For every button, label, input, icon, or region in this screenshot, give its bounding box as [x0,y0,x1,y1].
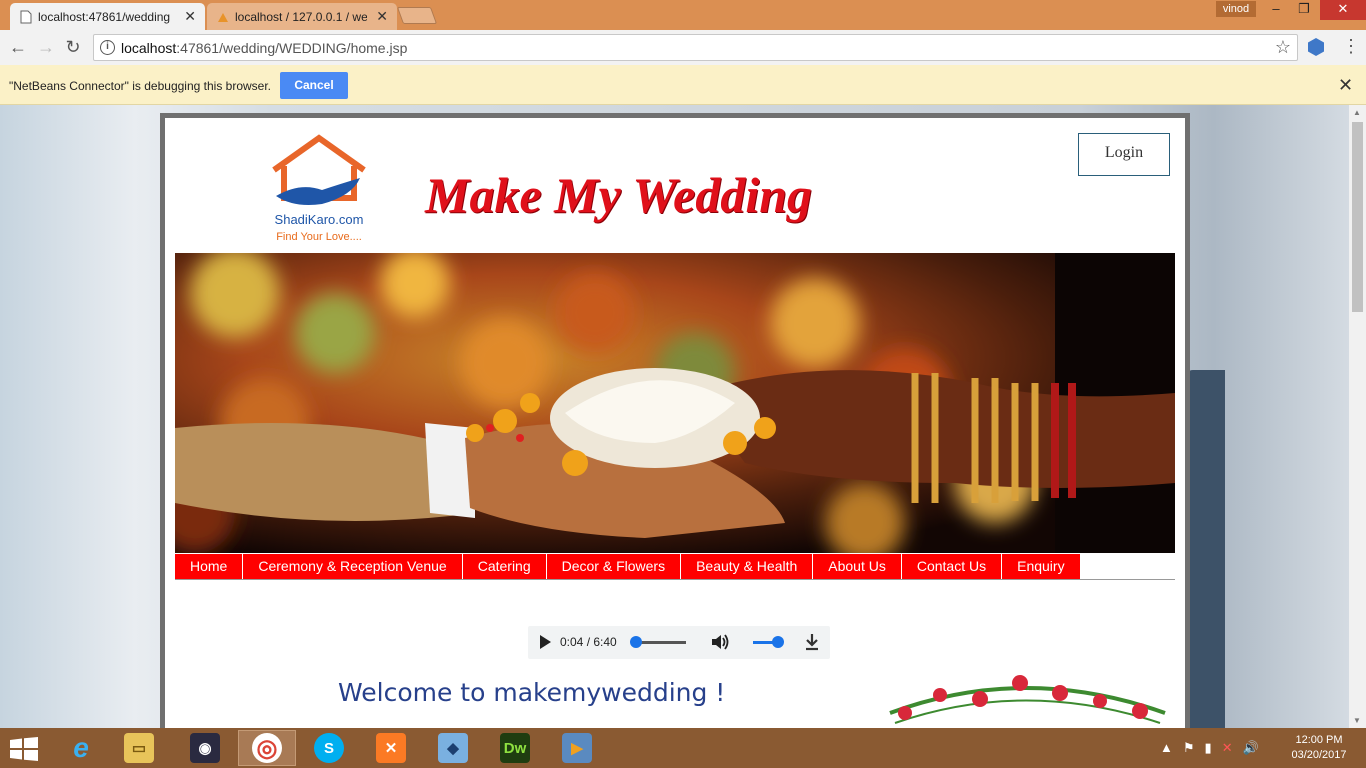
taskbar-dreamweaver[interactable]: Dw [486,730,544,766]
seek-handle[interactable] [630,636,642,648]
system-tray: ▲ ⚑ ▮ ✕ 🔊 [1160,740,1259,756]
flower-garland-image [889,675,1166,724]
network-icon[interactable]: ✕ [1222,740,1233,756]
audio-time: 0:04 / 6:40 [560,635,617,649]
window-close-icon[interactable]: ✕ [1320,0,1366,20]
volume-handle[interactable] [772,636,784,648]
address-bar[interactable]: i localhost:47861/wedding/WEDDING/home.j… [93,34,1298,61]
browser-toolbar: ← → ↻ i localhost:47861/wedding/WEDDING/… [0,30,1366,65]
wedding-banner-image [175,253,1175,553]
action-center-flag-icon[interactable]: ⚑ [1183,740,1195,756]
info-icon[interactable]: i [100,40,115,55]
close-tab-icon[interactable]: ✕ [376,8,388,25]
scroll-up-arrow-icon[interactable]: ▲ [1353,108,1361,117]
main-navigation: Home Ceremony & Reception Venue Catering De… [175,554,1175,580]
page-scrollbar[interactable]: ▲ ▼ [1349,105,1366,728]
login-button[interactable]: Login [1078,133,1170,176]
phpmyadmin-icon [218,13,228,22]
house-hand-icon [272,134,366,205]
nav-item-contact-us[interactable]: Contact Us [901,554,1003,579]
url-text: localhost:47861/wedding/WEDDING/home.jsp [121,40,408,56]
windows-start-icon[interactable] [10,737,38,761]
page-icon [20,10,32,24]
play-icon[interactable] [540,635,551,649]
skype-icon: S [314,733,344,763]
back-arrow-icon[interactable]: ← [7,37,29,59]
taskbar-xampp[interactable]: ✕ [362,730,420,766]
speaker-icon[interactable]: 🔊 [1243,740,1259,756]
internet-explorer-icon: e [73,732,89,763]
battery-icon[interactable]: ▮ [1205,740,1212,756]
windows-taskbar: e ▭ ◉ ◎ S ✕ ◆ Dw ▶ ▲ ⚑ ▮ ✕ 🔊 12:00 PM 03/20/2017 [0,728,1366,768]
tab-phpmyadmin[interactable]: localhost / 127.0.0.1 / we ✕ [207,3,397,30]
taskbar-chrome[interactable]: ◎ [238,730,296,766]
taskbar-skype[interactable]: S [300,730,358,766]
show-hidden-icons-icon[interactable]: ▲ [1160,740,1173,756]
scroll-thumb[interactable] [1352,122,1363,312]
tab-strip: localhost:47861/wedding ✕ localhost / 12… [0,0,1366,30]
taskbar-media-center[interactable]: ◉ [176,730,234,766]
chrome-icon: ◎ [252,733,282,763]
maximize-icon[interactable]: ❐ [1290,0,1318,20]
tab-wedding[interactable]: localhost:47861/wedding ✕ [10,3,205,30]
download-icon[interactable] [804,633,820,651]
scroll-down-arrow-icon[interactable]: ▼ [1353,716,1361,725]
debug-infobar: "NetBeans Connector" is debugging this b… [0,65,1366,105]
nav-item-decor-flowers[interactable]: Decor & Flowers [546,554,682,579]
taskbar-internet-explorer[interactable]: e [52,730,110,766]
dreamweaver-icon: Dw [500,733,530,763]
background-shape [1185,370,1225,728]
logo-tagline: Find Your Love.... [276,231,362,243]
nav-item-about-us[interactable]: About Us [813,554,902,579]
tab-title: localhost:47861/wedding [38,9,170,24]
cancel-debug-button[interactable]: Cancel [280,72,348,99]
taskbar-file-explorer[interactable]: ▭ [110,730,168,766]
file-explorer-icon: ▭ [124,733,154,763]
site-logo[interactable]: ShadiKaro.com Find Your Love.... [260,134,378,246]
site-title: Make My Wedding [425,167,813,223]
nav-item-home[interactable]: Home [175,554,244,579]
tab-title: localhost / 127.0.0.1 / we [235,9,367,24]
audio-player[interactable]: 0:04 / 6:40 [528,626,830,659]
media-player-icon: ▶ [562,733,592,763]
nav-item-beauty-health[interactable]: Beauty & Health [681,554,814,579]
infobar-message: "NetBeans Connector" is debugging this b… [9,79,272,93]
new-tab-button[interactable] [396,7,438,24]
taskbar-media-player[interactable]: ▶ [548,730,606,766]
page-viewport: ShadiKaro.com Find Your Love.... Make My… [0,105,1349,728]
nav-item-enquiry[interactable]: Enquiry [1002,554,1081,579]
welcome-heading: Welcome to makemywedding ! [338,678,726,707]
bookmark-star-icon[interactable]: ☆ [1275,37,1291,58]
nav-item-ceremony-reception-venue[interactable]: Ceremony & Reception Venue [243,554,463,579]
logo-brand: ShadiKaro.com [274,212,364,227]
taskbar-virtualbox[interactable]: ◆ [424,730,482,766]
nav-item-catering[interactable]: Catering [462,554,547,579]
page-container: ShadiKaro.com Find Your Love.... Make My… [160,113,1190,728]
xampp-icon: ✕ [376,733,406,763]
extension-icon[interactable] [1308,38,1324,56]
close-infobar-icon[interactable]: ✕ [1338,75,1353,96]
reload-icon[interactable]: ↻ [62,37,84,59]
forward-arrow-icon[interactable]: → [35,37,57,59]
virtualbox-icon: ◆ [438,733,468,763]
menu-dots-icon[interactable]: ⋮ [1342,36,1360,57]
volume-icon[interactable] [710,632,730,652]
seek-track[interactable] [636,641,686,644]
minimize-icon[interactable]: – [1262,0,1290,20]
media-center-icon: ◉ [190,733,220,763]
close-tab-icon[interactable]: ✕ [184,8,196,25]
profile-badge[interactable]: vinod [1216,1,1256,17]
taskbar-clock[interactable]: 12:00 PM 03/20/2017 [1284,733,1354,763]
